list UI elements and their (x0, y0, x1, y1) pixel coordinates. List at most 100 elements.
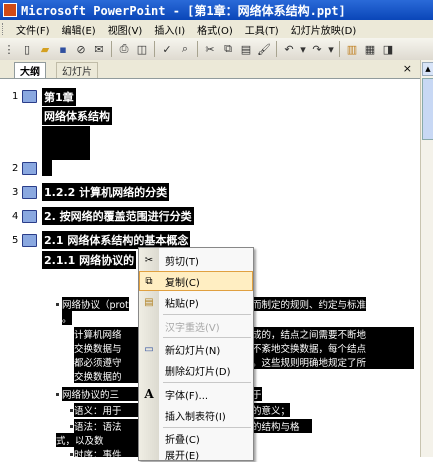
menu-file[interactable]: 文件(F) (10, 22, 56, 37)
body-line[interactable]: 式，以及数 (56, 433, 138, 447)
menu-grip[interactable] (2, 23, 6, 35)
tables-borders-icon[interactable]: ◨ (381, 42, 395, 56)
body-line[interactable]: 都必须遵守 (74, 355, 138, 369)
menu-item-insert-tab[interactable]: 插入制表符(I) (139, 405, 253, 425)
chart-icon[interactable]: ▥ (345, 42, 359, 56)
body-line[interactable]: 语法：语法 (74, 419, 138, 433)
body-line[interactable]: 的意义； (252, 403, 291, 417)
research-icon[interactable]: ⌕ (178, 42, 192, 56)
standard-toolbar: ⋮ ▯ ▰ ▪ ⊘ ✉ ⎙ ◫ ✓ ⌕ ✂ ⧉ ▤ 🖌 ↶ ▾ ↷ ▾ ▥ ▦ … (0, 38, 433, 61)
bullet (70, 409, 73, 412)
menu-item-label: 折叠(C) (165, 434, 200, 446)
scroll-up-icon[interactable]: ▲ (422, 62, 433, 76)
menu-item-label: 展开(E) (165, 450, 200, 462)
menu-item-copy[interactable]: ⧉ 复制(C) (139, 271, 253, 291)
close-icon[interactable]: × (403, 62, 412, 75)
table-icon[interactable]: ▦ (363, 42, 377, 56)
permission-icon[interactable]: ⊘ (74, 42, 88, 56)
spelling-icon[interactable]: ✓ (160, 42, 174, 56)
slide-title[interactable]: 第1章 (42, 88, 76, 106)
print-preview-icon[interactable]: ◫ (135, 42, 149, 56)
tab-outline[interactable]: 大纲 (14, 62, 46, 78)
body-line[interactable]: 的结构与格 (252, 419, 312, 433)
slide-icon[interactable] (22, 90, 37, 103)
menu-item-reconvert: 汉字重选(V) (139, 316, 253, 336)
slide-title-line[interactable]: 网络体系结构 (42, 107, 112, 125)
copy-icon[interactable]: ⧉ (221, 42, 235, 56)
toolbar-separator (111, 41, 112, 57)
slide-number: 1 (12, 91, 19, 102)
new-icon[interactable]: ▯ (20, 42, 34, 56)
body-line[interactable]: 网络协议的三 (62, 387, 138, 401)
open-icon[interactable]: ▰ (38, 42, 52, 56)
toolbar-separator (197, 41, 198, 57)
slide-number: 5 (12, 235, 19, 246)
body-line[interactable]: 网络协议（prot (62, 297, 129, 311)
menu-bar: 文件(F) 编辑(E) 视图(V) 插入(I) 格式(O) 工具(T) 幻灯片放… (0, 20, 433, 39)
slide-subtitle[interactable]: 2.1.1 网络协议的 (42, 251, 137, 269)
format-painter-icon[interactable]: 🖌 (257, 42, 271, 56)
menu-item-label: 新幻灯片(N) (165, 345, 221, 357)
menu-item-expand[interactable]: 展开(E) (139, 447, 253, 462)
menu-insert[interactable]: 插入(I) (148, 22, 191, 37)
menu-item-label: 粘贴(P) (165, 298, 199, 310)
menu-item-label: 删除幻灯片(D) (165, 366, 231, 378)
menu-item-new-slide[interactable]: ▭ 新幻灯片(N) (139, 339, 253, 359)
slide-number: 4 (12, 211, 19, 222)
scroll-thumb[interactable] (422, 78, 433, 140)
slide-title[interactable]: 1.2.2 计算机网络的分类 (42, 183, 170, 201)
font-icon: A (144, 387, 154, 401)
menu-item-paste[interactable]: ▤ 粘贴(P) (139, 292, 253, 312)
body-line[interactable]: 不紊地交换数据，每个结点 (252, 341, 414, 355)
toolbar-separator (276, 41, 277, 57)
toolbar-grip[interactable]: ⋮ (2, 42, 16, 56)
slide-icon[interactable] (22, 162, 37, 175)
tab-slides[interactable]: 幻灯片 (56, 62, 98, 78)
body-line[interactable]: 时序：事件 (74, 447, 138, 457)
vertical-scrollbar[interactable]: ▲ (420, 60, 433, 457)
slide-icon[interactable] (22, 210, 37, 223)
title-bar: Microsoft PowerPoint - [第1章：网络体系结构.ppt] (0, 0, 433, 20)
menu-view[interactable]: 视图(V) (102, 22, 149, 37)
menu-item-collapse[interactable]: 折叠(C) (139, 428, 253, 448)
paste-icon[interactable]: ▤ (239, 42, 253, 56)
bullet (70, 333, 73, 336)
menu-tools[interactable]: 工具(T) (239, 22, 285, 37)
slide-number: 3 (12, 187, 19, 198)
slide-title[interactable]: 2. 按网络的覆盖范围进行分类 (42, 207, 194, 225)
body-line[interactable]: 成的，结点之间需要不断地 (252, 327, 414, 341)
selected-blank-line[interactable] (42, 160, 52, 176)
undo-icon[interactable]: ↶ (282, 42, 296, 56)
body-line[interactable]: 计算机网络 (74, 327, 138, 341)
body-line[interactable]: 。 (62, 311, 72, 325)
body-line[interactable]: 语义：用于 (74, 403, 138, 417)
menu-item-font[interactable]: A 字体(F)... (139, 384, 253, 404)
menu-format[interactable]: 格式(O) (191, 22, 239, 37)
selected-blank-line[interactable] (42, 126, 90, 160)
menu-item-cut[interactable]: ✂ 剪切(T) (139, 250, 253, 270)
menu-item-delete-slide[interactable]: 删除幻灯片(D) (139, 360, 253, 380)
menu-separator (163, 337, 251, 338)
menu-separator (163, 314, 251, 315)
toolbar-separator (339, 41, 340, 57)
menu-slideshow[interactable]: 幻灯片放映(D) (285, 22, 363, 37)
email-icon[interactable]: ✉ (92, 42, 106, 56)
body-line[interactable]: 交换数据与 (74, 341, 138, 355)
cut-icon[interactable]: ✂ (203, 42, 217, 56)
paste-icon: ▤ (144, 296, 154, 308)
outline-pane-tabs: 大纲 幻灯片 × (0, 60, 420, 79)
bullet (56, 303, 59, 306)
body-line[interactable]: 而制定的规则、约定与标准 (252, 297, 367, 311)
bullet (56, 393, 59, 396)
slide-icon[interactable] (22, 186, 37, 199)
print-icon[interactable]: ⎙ (117, 42, 131, 56)
body-line[interactable]: 交换数据的 (74, 369, 138, 383)
slide-icon[interactable] (22, 234, 37, 247)
redo-dropdown-icon[interactable]: ▾ (328, 42, 334, 56)
menu-edit[interactable]: 编辑(E) (56, 22, 102, 37)
save-icon[interactable]: ▪ (56, 42, 70, 56)
redo-icon[interactable]: ↷ (310, 42, 324, 56)
undo-dropdown-icon[interactable]: ▾ (300, 42, 306, 56)
body-line[interactable]: 。这些规则明确地规定了所 (252, 355, 414, 369)
powerpoint-app-icon[interactable] (3, 3, 17, 17)
